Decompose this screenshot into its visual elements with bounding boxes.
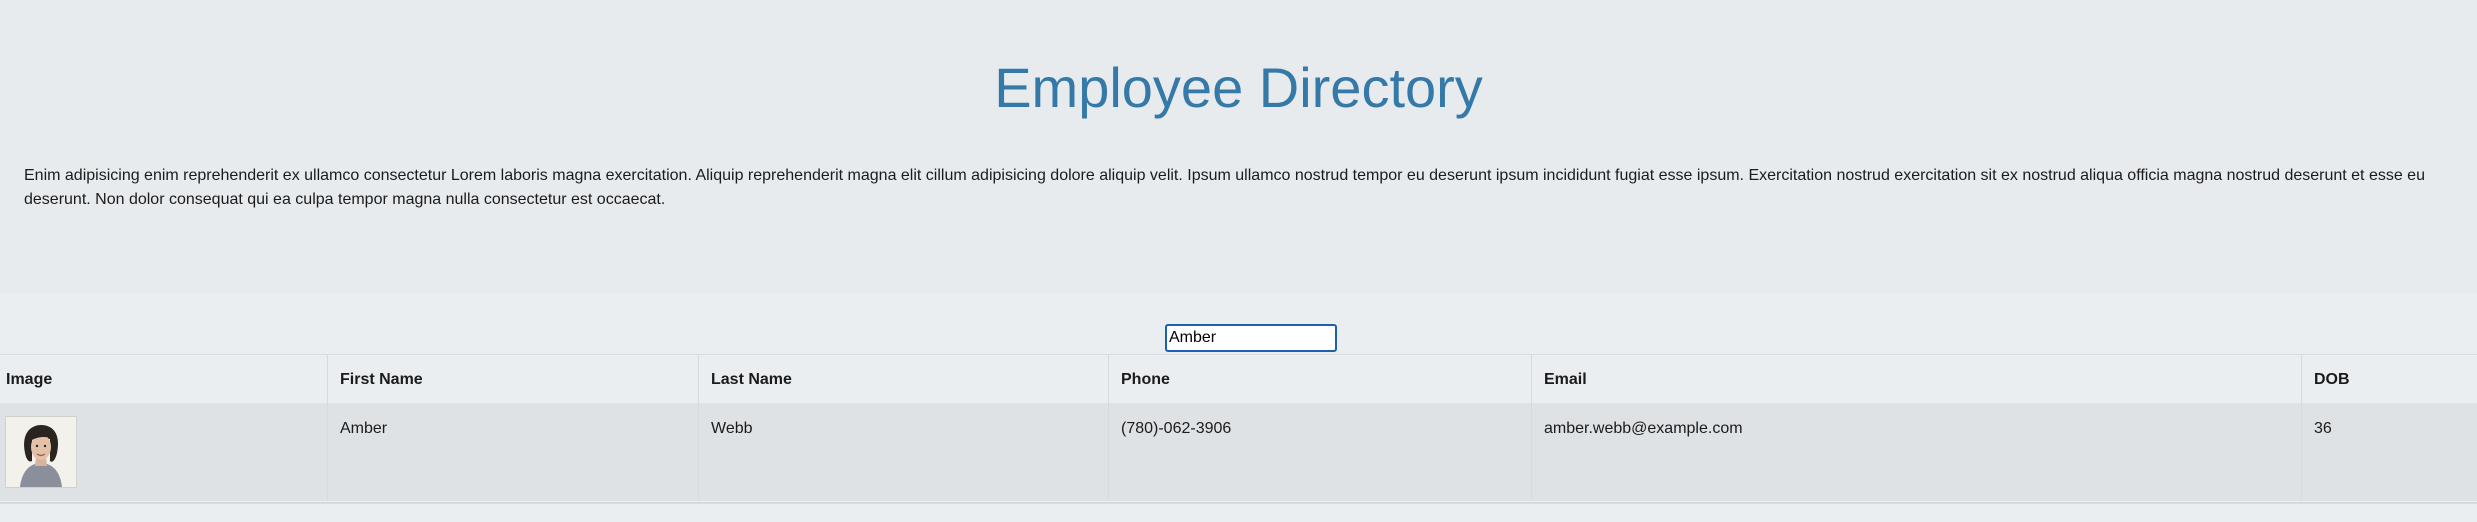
last-name-cell: Webb bbox=[699, 403, 1109, 501]
search-input[interactable] bbox=[1165, 324, 1337, 352]
table-footer-line bbox=[0, 502, 2477, 522]
dob-cell: 36 bbox=[2314, 420, 2332, 437]
column-header-dob[interactable]: DOB bbox=[2302, 355, 2477, 403]
column-header-email[interactable]: Email bbox=[1532, 355, 2302, 403]
page-title: Employee Directory bbox=[994, 56, 1483, 119]
intro-text: Enim adipisicing enim reprehenderit ex u… bbox=[24, 167, 2425, 208]
column-header-phone[interactable]: Phone bbox=[1109, 355, 1532, 403]
first-name-cell: Amber bbox=[328, 403, 699, 501]
column-header-last-name[interactable]: Last Name bbox=[699, 355, 1109, 403]
image-cell bbox=[0, 403, 328, 501]
email-cell: amber.webb@example.com bbox=[1532, 403, 2302, 501]
employee-table: Image First Name Last Name Phone Email D… bbox=[0, 354, 2477, 501]
column-header-first-name[interactable]: First Name bbox=[328, 355, 699, 403]
column-header-image[interactable]: Image bbox=[0, 355, 328, 403]
page-header: Employee Directory Enim adipisicing enim… bbox=[0, 0, 2477, 293]
table-row: Amber Webb (780)-062-3906 amber.webb@exa… bbox=[0, 403, 2477, 501]
table-header-row: Image First Name Last Name Phone Email D… bbox=[0, 354, 2477, 403]
employee-photo bbox=[5, 416, 77, 488]
avatar-icon bbox=[6, 417, 76, 487]
phone-cell: (780)-062-3906 bbox=[1109, 403, 1532, 501]
